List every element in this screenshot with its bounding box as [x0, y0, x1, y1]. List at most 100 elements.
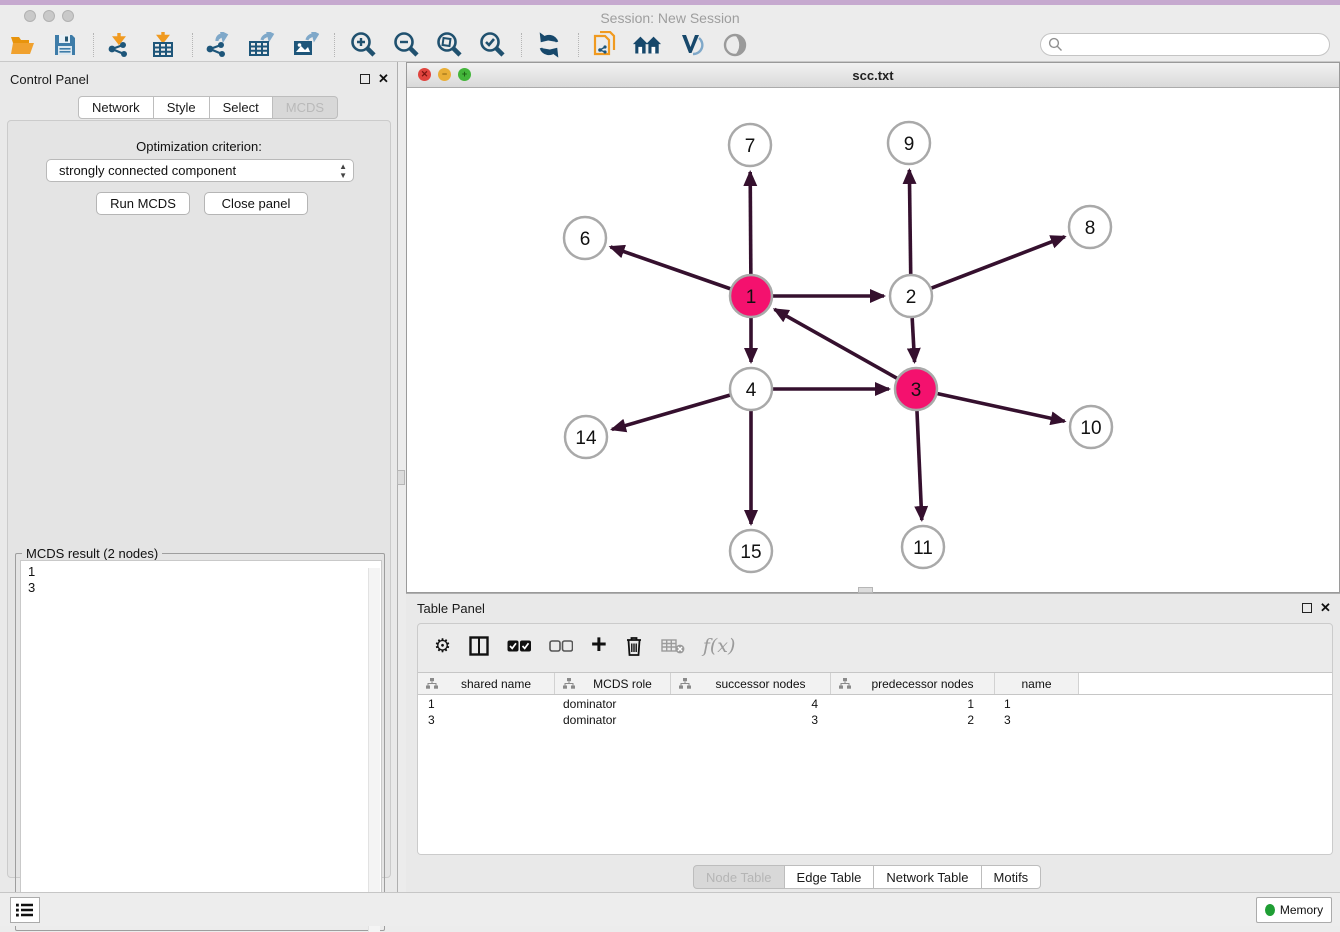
edge-3-11[interactable]: [917, 411, 922, 520]
table-row[interactable]: 3dominator323: [418, 711, 1332, 727]
graph-node-label-4: 4: [746, 380, 757, 401]
node-table[interactable]: shared nameMCDS rolesuccessor nodesprede…: [418, 672, 1332, 854]
toolbar-separator: [192, 33, 193, 57]
toolbar-separator: [334, 33, 335, 57]
export-table-icon[interactable]: [246, 30, 276, 60]
graph-node-label-10: 10: [1080, 418, 1101, 439]
save-session-icon[interactable]: [50, 30, 80, 60]
edge-3-1[interactable]: [775, 309, 897, 378]
edge-2-8[interactable]: [932, 237, 1065, 288]
tab-motifs[interactable]: Motifs: [982, 865, 1042, 889]
import-network-icon[interactable]: [104, 30, 134, 60]
column-header-name[interactable]: name: [995, 673, 1079, 694]
edge-3-10[interactable]: [937, 394, 1064, 422]
open-session-icon[interactable]: [8, 30, 38, 60]
graph-node-label-2: 2: [906, 287, 917, 308]
edge-1-6[interactable]: [610, 247, 730, 289]
search-input[interactable]: [1040, 33, 1330, 56]
tab-network[interactable]: Network: [78, 96, 154, 119]
node-table-container: ⚙ + f(x) shared nameMCDS rolesuccessor n…: [417, 623, 1333, 855]
cell-name[interactable]: 1: [995, 695, 1079, 711]
column-layout-icon[interactable]: [469, 636, 489, 656]
add-column-icon[interactable]: +: [591, 629, 607, 660]
deselect-all-checkboxes-icon[interactable]: [549, 640, 573, 653]
network-view-window: ✕ − + scc.txt 7968124314101511: [406, 62, 1340, 593]
cell-MCDS-role[interactable]: dominator: [555, 711, 671, 727]
zoom-out-icon[interactable]: [391, 30, 421, 60]
function-builder-icon[interactable]: f(x): [703, 635, 736, 657]
tab-network-table[interactable]: Network Table: [874, 865, 981, 889]
optimization-criterion-label: Optimization criterion:: [8, 139, 390, 154]
mcds-result-group: MCDS result (2 nodes) 1 3: [15, 553, 385, 931]
column-header-predecessor-nodes[interactable]: predecessor nodes: [831, 673, 995, 694]
tab-mcds[interactable]: MCDS: [273, 96, 338, 119]
close-table-panel-icon[interactable]: ✕: [1320, 600, 1331, 616]
zoom-in-icon[interactable]: [348, 30, 378, 60]
edge-2-9[interactable]: [909, 170, 910, 274]
float-panel-icon[interactable]: [360, 74, 370, 84]
export-network-icon[interactable]: [202, 30, 232, 60]
cell-predecessor-nodes[interactable]: 2: [831, 711, 995, 727]
control-panel: Control Panel ✕ NetworkStyleSelectMCDS O…: [0, 62, 398, 892]
refresh-view-icon[interactable]: [534, 30, 564, 60]
graph-node-label-7: 7: [745, 136, 756, 157]
zoom-fit-icon[interactable]: [434, 30, 464, 60]
close-panel-button[interactable]: Close panel: [204, 192, 308, 215]
vizmapper-icon[interactable]: [676, 30, 706, 60]
hide-panel-eye-icon[interactable]: [720, 30, 750, 60]
tab-select[interactable]: Select: [210, 96, 273, 119]
graph-node-label-8: 8: [1085, 218, 1096, 239]
node-table-body: 1dominator4113dominator323: [418, 695, 1332, 727]
cell-MCDS-role[interactable]: dominator: [555, 695, 671, 711]
node-table-header[interactable]: shared nameMCDS rolesuccessor nodesprede…: [418, 673, 1332, 695]
graph-node-label-6: 6: [580, 229, 591, 250]
export-image-icon[interactable]: [290, 30, 320, 60]
table-row[interactable]: 1dominator411: [418, 695, 1332, 711]
mcds-result-values: 1 3: [28, 564, 35, 595]
delete-column-trash-icon[interactable]: [625, 636, 643, 656]
select-stepper-icon: ▲▼: [339, 162, 347, 180]
close-panel-icon[interactable]: ✕: [378, 71, 389, 87]
cell-name[interactable]: 3: [995, 711, 1079, 727]
edge-1-7[interactable]: [750, 172, 751, 274]
run-mcds-button[interactable]: Run MCDS: [96, 192, 190, 215]
toolbar-separator: [521, 33, 522, 57]
vertical-split-handle[interactable]: [397, 470, 405, 485]
edge-4-14[interactable]: [612, 395, 730, 429]
tab-style[interactable]: Style: [154, 96, 210, 119]
control-panel-title: Control Panel: [10, 72, 89, 87]
network-window-titlebar[interactable]: ✕ − + scc.txt: [407, 63, 1339, 88]
select-all-checkboxes-icon[interactable]: [507, 640, 531, 653]
cell-predecessor-nodes[interactable]: 1: [831, 695, 995, 711]
criterion-select[interactable]: strongly connected component ▲▼: [46, 159, 354, 182]
gear-icon[interactable]: ⚙: [434, 635, 451, 658]
network-graph-canvas[interactable]: 7968124314101511: [407, 88, 1339, 592]
tab-edge-table[interactable]: Edge Table: [785, 865, 875, 889]
zoom-selected-icon[interactable]: [477, 30, 507, 60]
home-icon[interactable]: [632, 30, 662, 60]
graph-node-label-14: 14: [575, 428, 597, 449]
memory-label: Memory: [1280, 903, 1323, 917]
delete-table-icon[interactable]: [661, 638, 685, 654]
status-bar: Memory: [0, 892, 1340, 926]
float-table-panel-icon[interactable]: [1302, 603, 1312, 613]
tab-node-table[interactable]: Node Table: [693, 865, 785, 889]
import-table-icon[interactable]: [148, 30, 178, 60]
mcds-panel: Optimization criterion: strongly connect…: [7, 120, 391, 878]
column-header-successor-nodes[interactable]: successor nodes: [671, 673, 831, 694]
copy-view-icon[interactable]: [590, 30, 620, 60]
memory-button[interactable]: Memory: [1256, 897, 1332, 923]
task-history-button[interactable]: [10, 897, 40, 923]
cell-successor-nodes[interactable]: 4: [671, 695, 831, 711]
edge-2-3[interactable]: [912, 318, 914, 362]
cell-shared-name[interactable]: 3: [418, 711, 555, 727]
result-scrollbar[interactable]: [368, 568, 380, 932]
table-panel-tabs: Node TableEdge TableNetwork TableMotifs: [693, 865, 1041, 889]
cell-successor-nodes[interactable]: 3: [671, 711, 831, 727]
graph-node-label-11: 11: [913, 538, 933, 559]
mcds-result-textarea[interactable]: 1 3: [20, 560, 382, 926]
cell-shared-name[interactable]: 1: [418, 695, 555, 711]
column-header-MCDS-role[interactable]: MCDS role: [555, 673, 671, 694]
column-header-shared-name[interactable]: shared name: [418, 673, 555, 694]
list-icon: [16, 902, 34, 918]
